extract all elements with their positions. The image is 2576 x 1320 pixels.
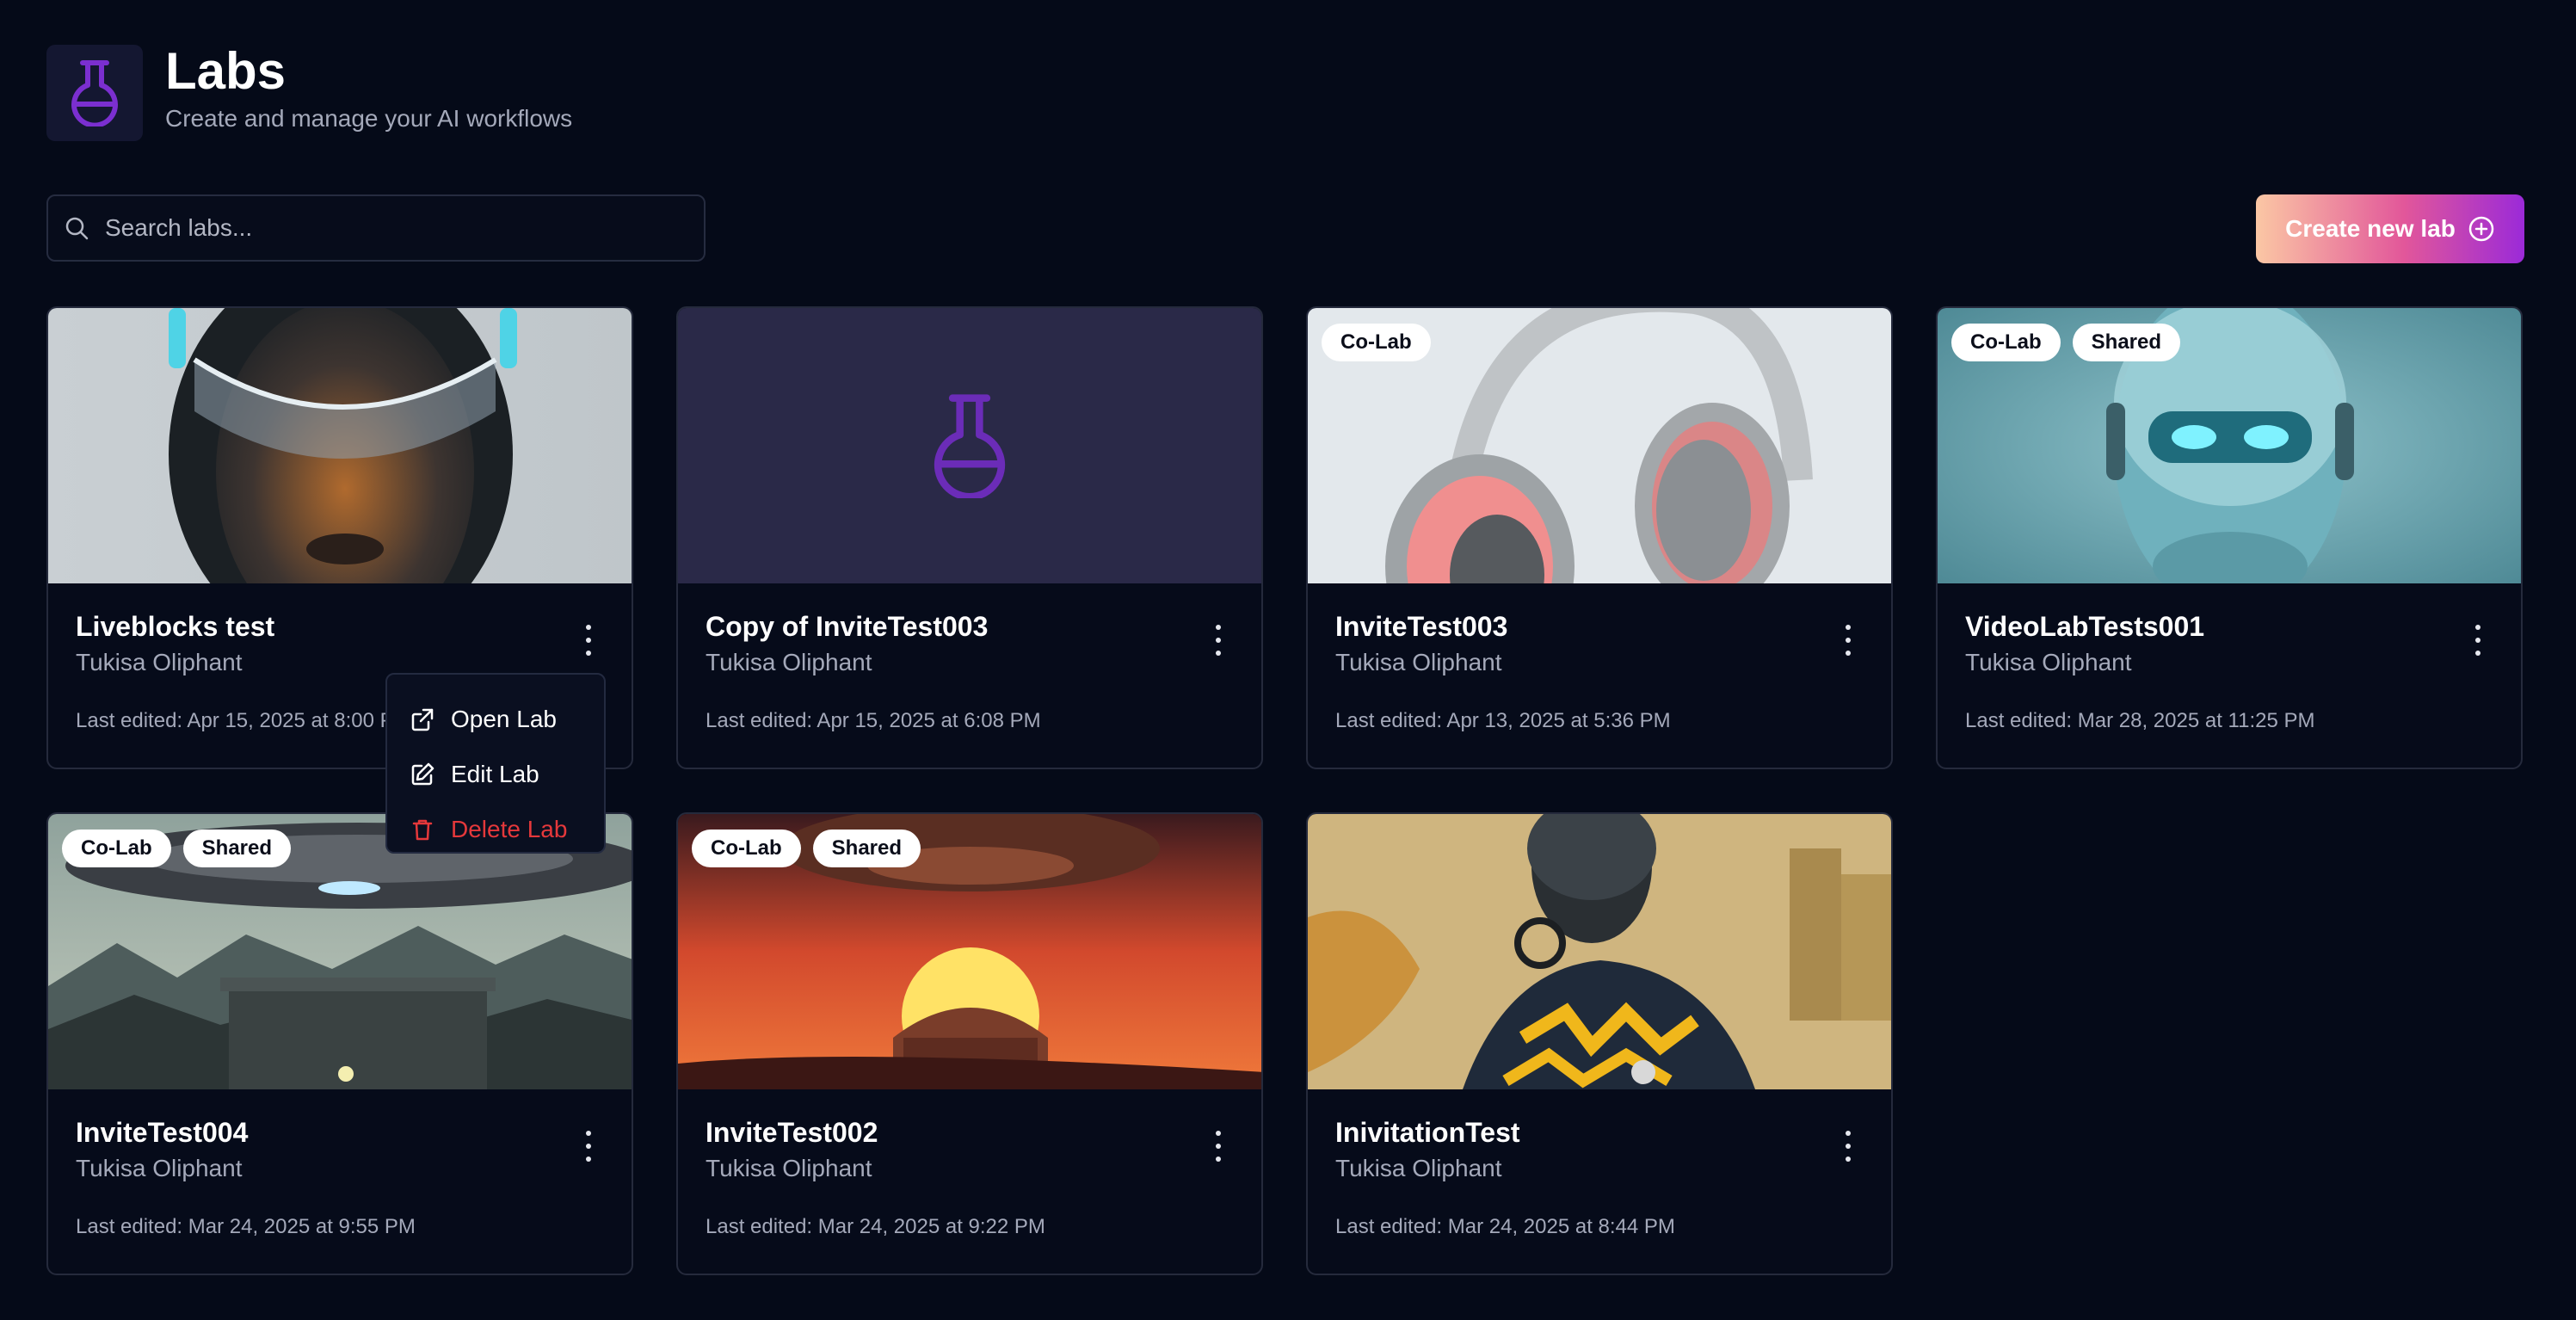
external-link-icon <box>411 708 434 731</box>
thumbnail-image <box>48 308 632 583</box>
thumbnail-image <box>1308 814 1891 1089</box>
badge-group: Co-Lab Shared <box>1951 324 2181 361</box>
lab-owner: Tukisa Oliphant <box>76 1155 243 1181</box>
badge-group: Co-Lab Shared <box>692 830 921 867</box>
more-options-icon[interactable] <box>580 625 597 656</box>
flask-icon <box>71 60 118 126</box>
lab-owner: Tukisa Oliphant <box>706 1155 872 1181</box>
labs-logo <box>46 45 143 141</box>
lab-last-edited: Last edited: Apr 13, 2025 at 5:36 PM <box>1335 709 1671 732</box>
open-lab-label: Open Lab <box>451 706 557 732</box>
co-lab-badge: Co-Lab <box>62 830 171 867</box>
lab-card[interactable]: Co-Lab InviteTest003 Tukisa Oliphant Las… <box>1306 306 1893 769</box>
create-new-lab-label: Create new lab <box>2285 215 2456 242</box>
search-box[interactable] <box>46 194 706 262</box>
lab-last-edited: Last edited: Mar 24, 2025 at 9:22 PM <box>706 1215 1045 1238</box>
open-lab-menu-item[interactable]: Open Lab <box>387 692 604 747</box>
badge-group: Co-Lab <box>1322 324 1431 361</box>
lab-thumbnail[interactable] <box>48 308 632 583</box>
lab-title: InviteTest004 <box>76 1117 249 1148</box>
trash-icon <box>412 819 433 841</box>
lab-card[interactable]: Co-Lab Shared InviteTest002 Tukisa Oliph… <box>676 812 1263 1275</box>
create-new-lab-button[interactable]: Create new lab <box>2256 194 2524 263</box>
lab-owner: Tukisa Oliphant <box>1965 649 2132 675</box>
page-subtitle: Create and manage your AI workflows <box>165 105 573 132</box>
delete-lab-menu-item[interactable]: Delete Lab <box>387 802 604 857</box>
lab-title: InviteTest003 <box>1335 611 1508 642</box>
co-lab-badge: Co-Lab <box>1322 324 1431 361</box>
lab-last-edited: Last edited: Mar 28, 2025 at 11:25 PM <box>1965 709 2315 732</box>
edit-lab-menu-item[interactable]: Edit Lab <box>387 747 604 802</box>
lab-last-edited: Last edited: Mar 24, 2025 at 8:44 PM <box>1335 1215 1675 1238</box>
lab-title: InviteTest002 <box>706 1117 878 1148</box>
shared-badge: Shared <box>2072 324 2181 361</box>
lab-card[interactable]: InivitationTest Tukisa Oliphant Last edi… <box>1306 812 1893 1275</box>
more-options-icon[interactable] <box>1840 1131 1857 1162</box>
shared-badge: Shared <box>812 830 921 867</box>
lab-owner: Tukisa Oliphant <box>706 649 872 675</box>
search-icon <box>65 217 89 240</box>
lab-last-edited: Last edited: Apr 15, 2025 at 6:08 PM <box>706 709 1041 732</box>
lab-owner: Tukisa Oliphant <box>1335 649 1502 675</box>
lab-thumbnail[interactable] <box>678 308 1261 583</box>
plus-circle-icon <box>2468 216 2494 242</box>
delete-lab-label: Delete Lab <box>451 816 568 842</box>
lab-title: VideoLabTests001 <box>1965 611 2205 642</box>
lab-title: InivitationTest <box>1335 1117 1520 1148</box>
edit-icon <box>411 762 434 786</box>
edit-lab-label: Edit Lab <box>451 761 539 787</box>
lab-context-menu: Open Lab Edit Lab Delete Lab <box>385 673 606 854</box>
page-header: Labs Create and manage your AI workflows <box>46 42 573 141</box>
badge-group: Co-Lab Shared <box>62 830 292 867</box>
more-options-icon[interactable] <box>580 1131 597 1162</box>
more-options-icon[interactable] <box>1210 1131 1227 1162</box>
search-input[interactable] <box>103 213 704 243</box>
lab-owner: Tukisa Oliphant <box>1335 1155 1502 1181</box>
more-options-icon[interactable] <box>1210 625 1227 656</box>
co-lab-badge: Co-Lab <box>1951 324 2061 361</box>
more-options-icon[interactable] <box>1840 625 1857 656</box>
more-options-icon[interactable] <box>2469 625 2487 656</box>
lab-owner: Tukisa Oliphant <box>76 649 243 675</box>
shared-badge: Shared <box>182 830 292 867</box>
page-title: Labs <box>165 42 287 100</box>
flask-icon <box>934 394 1006 498</box>
lab-title: Copy of InviteTest003 <box>706 611 989 642</box>
lab-last-edited: Last edited: Mar 24, 2025 at 9:55 PM <box>76 1215 416 1238</box>
co-lab-badge: Co-Lab <box>692 830 801 867</box>
lab-card[interactable]: Co-Lab Shared VideoLabTests001 Tukisa Ol… <box>1936 306 2523 769</box>
lab-card[interactable]: Copy of InviteTest003 Tukisa Oliphant La… <box>676 306 1263 769</box>
lab-last-edited: Last edited: Apr 15, 2025 at 8:00 PM <box>76 709 411 732</box>
lab-title: Liveblocks test <box>76 611 275 642</box>
lab-card[interactable]: Co-Lab Shared InviteTest004 Tukisa Oliph… <box>46 812 633 1275</box>
lab-thumbnail[interactable] <box>1308 814 1891 1089</box>
